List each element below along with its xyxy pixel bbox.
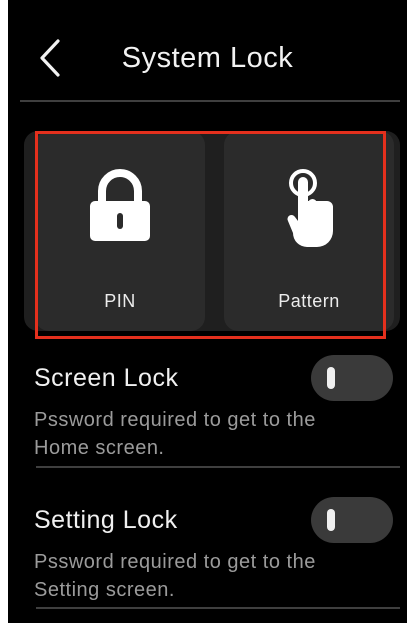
screen-lock-toggle[interactable] [311,355,393,401]
settings-divider [36,466,400,468]
header: System Lock [8,0,407,100]
settings-divider [36,607,400,609]
pattern-option-label: Pattern [278,291,340,311]
screen-lock-description: Pssword required to get to the Home scre… [34,409,316,459]
setting-lock-description: Pssword required to get to the Setting s… [34,551,316,601]
padlock-icon [90,169,150,241]
pin-option-label: PIN [104,291,136,311]
setting-lock-title: Setting Lock [34,506,178,534]
header-divider [20,100,400,102]
screen-lock-title: Screen Lock [34,364,179,392]
device-screen: System Lock PIN Pattern Screen Lock Pssw… [8,0,407,623]
toggle-knob [327,509,335,531]
toggle-knob [327,367,335,389]
pattern-option[interactable]: Pattern [224,131,394,331]
pin-option[interactable]: PIN [35,131,205,331]
page-title: System Lock [121,42,294,74]
tap-finger-icon [287,169,333,247]
setting-lock-toggle[interactable] [311,497,393,543]
